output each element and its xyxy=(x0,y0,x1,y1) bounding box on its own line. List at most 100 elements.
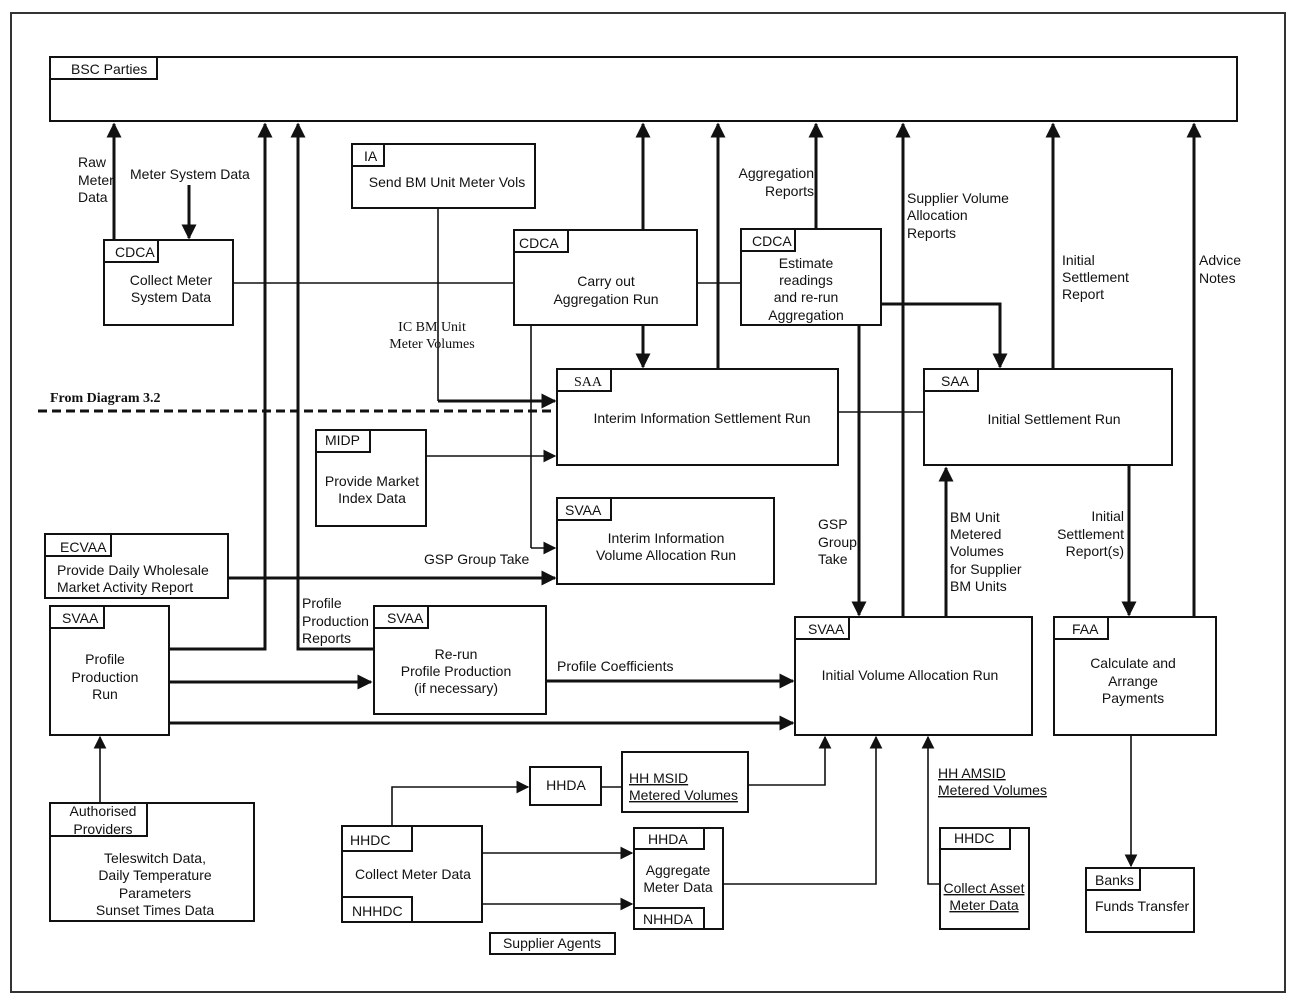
box-tag: HHDC xyxy=(954,830,994,846)
flow-estimate-to-initial xyxy=(881,302,1008,369)
box-tag: ECVAA xyxy=(60,539,107,555)
box-tag: SVAA xyxy=(565,502,602,518)
label-bm-unit-metered-volumes: Volumes xyxy=(950,543,1004,559)
box-text: and re-run xyxy=(774,289,839,305)
box-text: Re-run xyxy=(435,646,478,662)
box-text: Send BM Unit Meter Vols xyxy=(369,174,525,190)
box-tag: SVAA xyxy=(387,610,424,626)
box-text: Collect Meter xyxy=(130,272,213,288)
box-text: Estimate xyxy=(779,255,834,271)
box-svaa-profile-production-run: SVAA Profile Production Run xyxy=(49,605,170,736)
box-faa-payments: FAA Calculate and Arrange Payments xyxy=(1053,616,1217,736)
box-text: Metered Volumes xyxy=(629,787,738,803)
box-tag: SVAA xyxy=(62,610,99,626)
box-tag: HHDC xyxy=(350,832,390,848)
box-text: System Data xyxy=(131,289,211,305)
box-tag: IA xyxy=(364,148,378,164)
box-hh-msid-metered-volumes: HH MSID Metered Volumes xyxy=(621,751,749,813)
box-text: Production xyxy=(72,669,139,685)
box-text: Teleswitch Data, xyxy=(104,850,206,866)
box-bsc-parties: BSC Parties xyxy=(49,56,1238,122)
box-aggregate-meter-data: HHDA NHHDA Aggregate Meter Data xyxy=(633,827,724,930)
flow-hhdc-to-hhda xyxy=(391,780,530,825)
box-tag: SAA xyxy=(574,375,603,390)
box-hhda: HHDA xyxy=(529,766,602,806)
box-text: Collect Asset xyxy=(944,880,1025,896)
label-initial-settlement-reports: Report(s) xyxy=(1066,543,1124,559)
box-text: Calculate and xyxy=(1090,655,1176,671)
box-saa-initial-settlement-run: SAA Initial Settlement Run xyxy=(923,368,1173,466)
label-initial-settlement-report: Report xyxy=(1062,286,1104,302)
box-tag: CDCA xyxy=(115,244,155,260)
box-text: Carry out xyxy=(577,273,635,289)
box-text: Parameters xyxy=(119,885,191,901)
box-text: HH MSID xyxy=(629,770,688,786)
label-aggregation-reports: Reports xyxy=(765,183,814,199)
box-svaa-interim-volume-allocation: SVAA Interim Information Volume Allocati… xyxy=(556,497,775,585)
box-tag: HHDA xyxy=(546,777,586,793)
label-raw-meter-data: Raw xyxy=(78,154,107,170)
label-raw-meter-data: Meter xyxy=(78,172,114,188)
flow-msid-to-initial xyxy=(748,735,832,786)
label-ic-bm-unit: Meter Volumes xyxy=(389,337,474,352)
box-text: Market Activity Report xyxy=(57,579,193,595)
box-tag: Supplier Agents xyxy=(503,935,601,951)
label-initial-settlement-reports: Initial xyxy=(1091,508,1124,524)
label-supplier-volume-allocation: Supplier Volume xyxy=(907,190,1009,206)
box-tag: FAA xyxy=(1072,621,1099,637)
box-text: Initial Volume Allocation Run xyxy=(822,667,999,683)
label-initial-settlement-reports: Settlement xyxy=(1057,526,1124,542)
box-cdca-estimate-readings: CDCA Estimate readings and re-run Aggreg… xyxy=(740,228,882,326)
box-svaa-rerun-profile-production: SVAA Re-run Profile Production (if neces… xyxy=(373,605,547,715)
box-text: Aggregation xyxy=(768,307,844,323)
label-raw-meter-data: Data xyxy=(78,189,108,205)
box-tag: Authorised xyxy=(70,803,137,819)
boundary-note: From Diagram 3.2 xyxy=(50,391,161,406)
label-ic-bm-unit: IC BM Unit xyxy=(398,320,466,335)
box-text: Volume Allocation Run xyxy=(596,547,736,563)
label-gsp-group-take-vertical: GSP xyxy=(818,516,848,532)
label-bm-unit-metered-volumes: BM Units xyxy=(950,578,1007,594)
label-supplier-volume-allocation: Reports xyxy=(907,225,956,241)
label-hh-amsid: Metered Volumes xyxy=(938,782,1047,798)
box-text: Interim Information Settlement Run xyxy=(593,410,810,426)
box-midp-market-index: MIDP Provide Market Index Data xyxy=(315,429,427,527)
box-tag: MIDP xyxy=(325,432,360,448)
box-hhdc-collect-asset: HHDC Collect Asset Meter Data xyxy=(939,827,1030,930)
label-gsp-group-take-vertical: Take xyxy=(818,551,848,567)
label-supplier-volume-allocation: Allocation xyxy=(907,207,968,223)
label-profile-production-reports: Profile xyxy=(302,595,342,611)
box-ia-send-bm-unit: IA Send BM Unit Meter Vols xyxy=(351,143,536,209)
box-saa-interim-settlement-run: SAA Interim Information Settlement Run xyxy=(556,368,839,466)
box-tag: Providers xyxy=(73,821,132,837)
label-hh-amsid: HH AMSID xyxy=(938,765,1006,781)
label-aggregation-reports: Aggregation xyxy=(738,165,814,181)
label-gsp-group-take: GSP Group Take xyxy=(424,551,530,567)
box-text: Index Data xyxy=(338,490,406,506)
box-tag: CDCA xyxy=(752,233,792,249)
label-bm-unit-metered-volumes: BM Unit xyxy=(950,509,1000,525)
box-tag: NHHDA xyxy=(643,911,693,927)
box-cdca-collect-meter-system-data: CDCA Collect Meter System Data xyxy=(103,239,234,326)
box-tag: SVAA xyxy=(808,621,845,637)
box-text: Profile Production xyxy=(401,663,512,679)
box-text: Profile xyxy=(85,651,125,667)
box-text: Aggregation Run xyxy=(553,291,658,307)
box-text: Aggregate xyxy=(646,862,711,878)
box-text: Provide Daily Wholesale xyxy=(57,562,209,578)
box-text: (if necessary) xyxy=(414,680,498,696)
box-tag: CDCA xyxy=(519,235,559,251)
box-text: Meter Data xyxy=(643,879,712,895)
box-text: Run xyxy=(92,686,118,702)
box-tag: BSC Parties xyxy=(71,61,147,77)
box-text: Funds Transfer xyxy=(1095,898,1189,914)
label-profile-production-reports: Reports xyxy=(302,630,351,646)
box-cdca-aggregation-run: CDCA Carry out Aggregation Run xyxy=(513,229,698,326)
box-authorised-providers: Authorised Providers Teleswitch Data, Da… xyxy=(49,802,255,922)
label-bm-unit-metered-volumes: for Supplier xyxy=(950,561,1022,577)
box-text: readings xyxy=(779,272,833,288)
box-banks-funds-transfer: Banks Funds Transfer xyxy=(1085,867,1195,933)
box-text: Interim Information xyxy=(608,530,725,546)
box-tag: SAA xyxy=(941,373,970,389)
box-collect-meter-data: HHDC NHHDC Collect Meter Data xyxy=(341,825,483,923)
